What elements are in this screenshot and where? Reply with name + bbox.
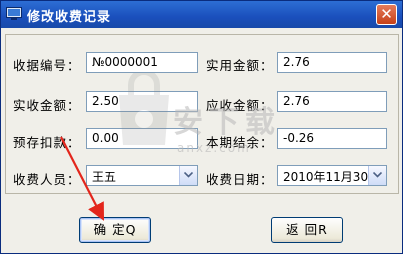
receipt-no-label: 收据编号： bbox=[13, 58, 81, 73]
chevron-down-icon bbox=[373, 172, 382, 178]
close-icon: ✕ bbox=[380, 5, 393, 23]
received-amount-field[interactable]: 2.50 bbox=[86, 91, 198, 112]
chevron-down-icon bbox=[184, 172, 193, 178]
title-bar[interactable]: 修改收费记录 ✕ bbox=[1, 1, 402, 28]
prepaid-deduction-label: 预存扣款： bbox=[13, 135, 81, 150]
balance-field[interactable]: -0.26 bbox=[277, 128, 387, 149]
collector-label: 收费人员： bbox=[13, 172, 81, 187]
dialog-window: 修改收费记录 ✕ 收据编号： №0000001 实用金额： 2.76 实收金额：… bbox=[0, 0, 403, 254]
receipt-no-field[interactable]: №0000001 bbox=[86, 52, 198, 73]
collector-select[interactable]: 王五 bbox=[86, 165, 198, 186]
actual-amount-label: 实用金额： bbox=[206, 58, 274, 73]
ok-button[interactable]: 确 定Q bbox=[79, 217, 151, 243]
charge-date-picker[interactable]: 2010年11月30日 bbox=[277, 165, 387, 186]
balance-label: 本期结余： bbox=[206, 135, 274, 150]
due-amount-field[interactable]: 2.76 bbox=[277, 91, 387, 112]
app-window-icon bbox=[6, 7, 22, 21]
collector-dropdown-button[interactable] bbox=[179, 166, 197, 185]
close-button[interactable]: ✕ bbox=[376, 4, 397, 25]
charge-date-dropdown-button[interactable] bbox=[368, 166, 386, 185]
due-amount-label: 应收金额： bbox=[206, 98, 274, 113]
back-button[interactable]: 返 回R bbox=[271, 217, 343, 243]
received-amount-label: 实收金额： bbox=[13, 98, 81, 113]
window-title: 修改收费记录 bbox=[27, 10, 112, 25]
collector-value: 王五 bbox=[92, 170, 117, 184]
charge-date-label: 收费日期： bbox=[206, 172, 274, 187]
prepaid-deduction-field[interactable]: 0.00 bbox=[86, 128, 198, 149]
charge-date-value: 2010年11月30日 bbox=[283, 170, 381, 184]
actual-amount-field[interactable]: 2.76 bbox=[277, 52, 387, 73]
